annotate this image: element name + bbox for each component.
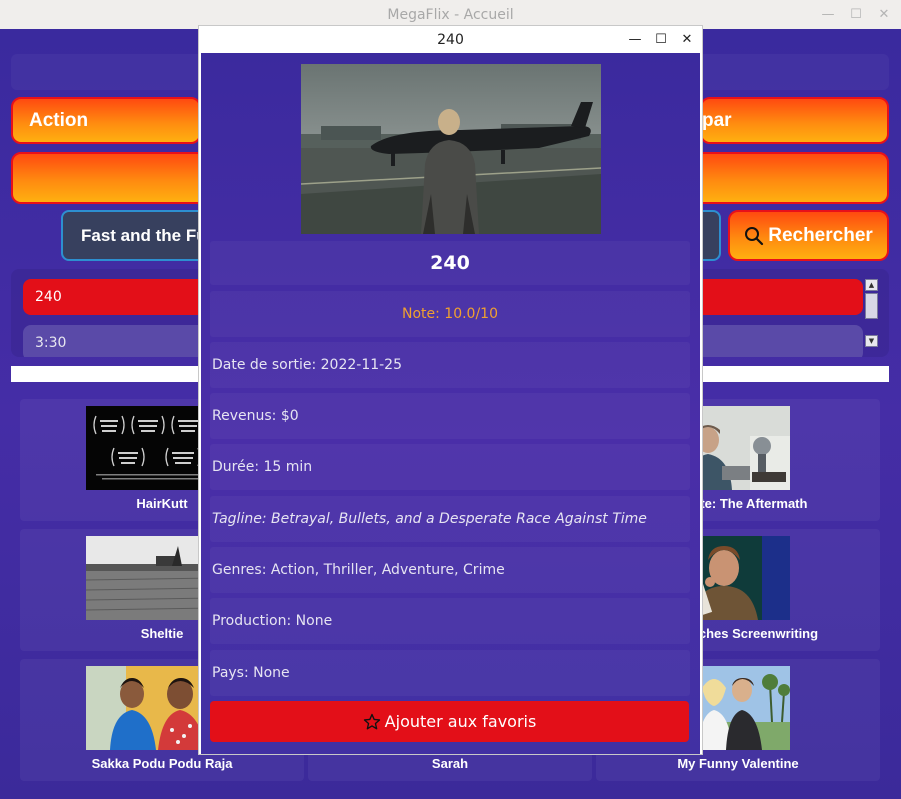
scroll-down-icon[interactable]: ▼ (865, 335, 878, 347)
close-icon[interactable]: ✕ (877, 7, 891, 22)
maximize-icon[interactable]: ☐ (654, 32, 668, 47)
maximize-icon[interactable]: ☐ (849, 7, 863, 22)
movie-production: Production: None (210, 598, 690, 644)
movie-thumbnail (86, 536, 214, 620)
dialog-titlebar: 240 — ☐ ✕ (199, 26, 702, 53)
movie-thumbnail (86, 666, 214, 750)
movie-title: My Funny Valentine (677, 756, 799, 771)
results-scrollbar[interactable]: ▲ ▼ (865, 279, 879, 347)
search-input-value: Fast and the Fur (81, 225, 214, 245)
minimize-icon[interactable]: — (628, 32, 642, 47)
movie-genres: Genres: Action, Thriller, Adventure, Cri… (210, 547, 690, 593)
list-item-label: 3:30 (35, 335, 67, 351)
movie-rating: Note: 10.0/10 (210, 291, 690, 337)
dialog-title: 240 (437, 31, 464, 48)
search-icon (745, 226, 764, 245)
minimize-icon[interactable]: — (821, 7, 835, 22)
movie-revenue: Revenus: $0 (210, 393, 690, 439)
movie-poster (301, 64, 601, 234)
genre-action-label: Action (29, 109, 89, 131)
movie-title: Sakka Podu Podu Raja (91, 756, 233, 771)
movie-detail-dialog: 240 — ☐ ✕ 240 Note: 10.0/10 Date de sort… (198, 25, 703, 755)
movie-title: Sarah (431, 756, 469, 771)
star-icon (363, 713, 380, 729)
main-window-controls: — ☐ ✕ (821, 0, 891, 29)
movie-tagline: Tagline: Betrayal, Bullets, and a Desper… (210, 496, 690, 542)
sort-par-button[interactable]: par (700, 97, 889, 144)
dialog-controls: — ☐ ✕ (628, 26, 694, 53)
search-button-label: Rechercher (768, 224, 873, 246)
close-icon[interactable]: ✕ (680, 32, 694, 47)
movie-country: Pays: None (210, 650, 690, 696)
scroll-up-icon[interactable]: ▲ (865, 279, 878, 291)
movie-duration: Durée: 15 min (210, 444, 690, 490)
search-button[interactable]: Rechercher (728, 210, 889, 261)
add-favorite-button[interactable]: Ajouter aux favoris (210, 701, 689, 742)
genre-action-button[interactable]: Action (11, 97, 201, 144)
scroll-thumb[interactable] (865, 293, 878, 319)
sort-par-label: par (702, 109, 732, 131)
movie-release-date: Date de sortie: 2022-11-25 (210, 342, 690, 388)
dialog-body: 240 Note: 10.0/10 Date de sortie: 2022-1… (201, 53, 700, 754)
movie-title-heading: 240 (210, 241, 690, 285)
main-window-title: MegaFlix - Accueil (387, 6, 514, 23)
movie-thumbnail (86, 406, 214, 490)
list-item-label: 240 (35, 289, 62, 305)
add-favorite-label: Ajouter aux favoris (384, 712, 537, 731)
